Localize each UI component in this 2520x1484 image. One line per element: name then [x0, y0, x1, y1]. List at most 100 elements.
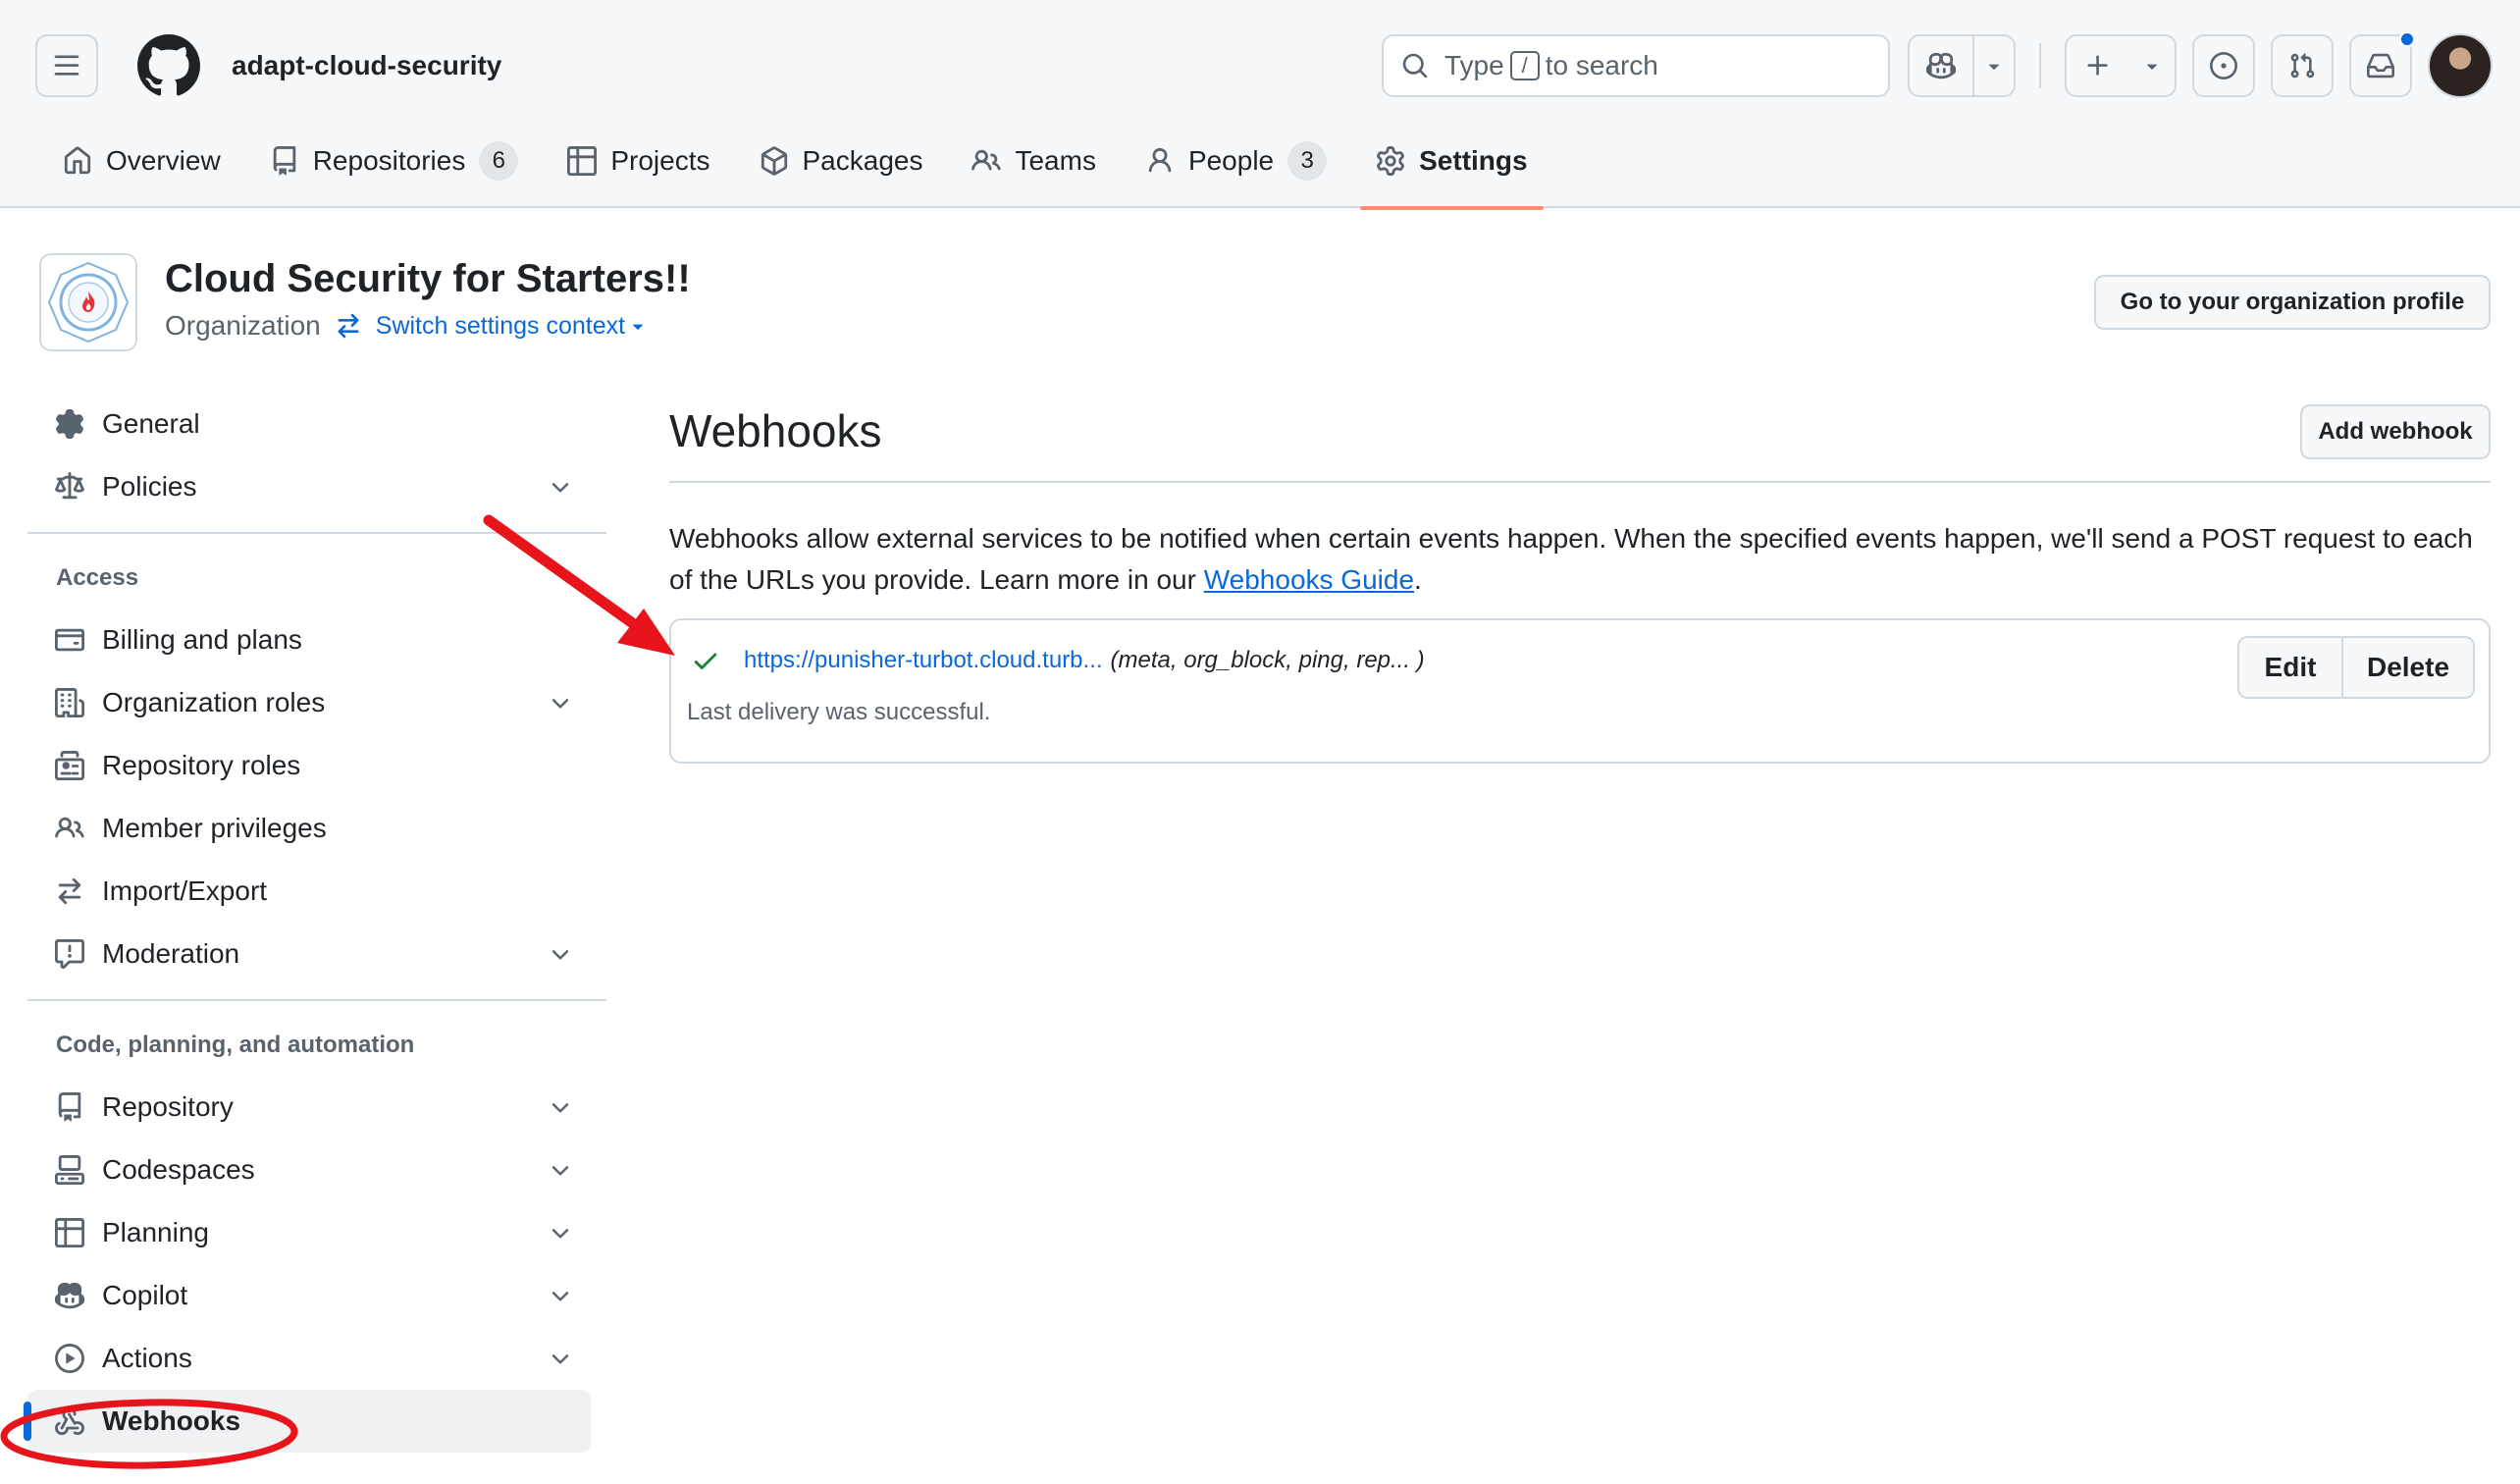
edit-webhook-button[interactable]: Edit [2239, 638, 2341, 697]
tab-people[interactable]: People 3 [1129, 132, 1342, 190]
play-icon [55, 1344, 84, 1373]
page-title: Webhooks [669, 405, 882, 456]
sidebar-item-actions[interactable]: Actions [27, 1327, 606, 1390]
copilot-icon [55, 1282, 84, 1309]
issues-icon [2210, 52, 2237, 80]
switch-settings-label: Switch settings context [375, 311, 626, 340]
gear-icon [1377, 146, 1405, 176]
inbox-icon [2367, 53, 2394, 79]
sidebar-item-planning[interactable]: Planning [27, 1201, 606, 1264]
top-actions: Type / to search [1382, 30, 2493, 98]
go-to-org-profile-button[interactable]: Go to your organization profile [2094, 275, 2491, 330]
search-input[interactable]: Type / to search [1382, 34, 1890, 97]
webhook-events: (meta, org_block, ping, rep... ) [1110, 647, 1425, 673]
person-icon [1148, 147, 1172, 173]
chevron-down-icon [551, 1354, 569, 1364]
add-webhook-button[interactable]: Add webhook [2300, 404, 2491, 459]
package-icon [761, 146, 787, 176]
pull-requests-button[interactable] [2271, 34, 2334, 97]
arrow-switch-icon [338, 313, 359, 339]
user-avatar[interactable] [2428, 33, 2493, 98]
tab-label: Settings [1419, 145, 1528, 176]
codespaces-icon [55, 1155, 84, 1185]
sidebar-item-webhooks[interactable]: Webhooks [24, 1390, 591, 1453]
webhooks-description: Webhooks allow external services to be n… [669, 518, 2494, 601]
chevron-down-icon [551, 1103, 569, 1113]
sidebar-item-label: Billing and plans [102, 624, 302, 655]
webhook-url-link[interactable]: https://punisher-turbot.cloud.turb... [744, 647, 1103, 674]
triangle-down-icon [1988, 64, 2000, 70]
tab-projects[interactable]: Projects [551, 132, 725, 190]
table-icon [567, 146, 598, 176]
tab-settings[interactable]: Settings [1360, 132, 1545, 210]
tab-label: Overview [106, 145, 221, 176]
sidebar-item-copilot[interactable]: Copilot [27, 1264, 606, 1327]
webhook-summary: https://punisher-turbot.cloud.turb... (m… [691, 646, 1425, 675]
tab-overview[interactable]: Overview [47, 132, 236, 190]
plus-icon [2087, 55, 2108, 76]
tab-label: People [1187, 145, 1275, 176]
sidebar-item-moderation[interactable]: Moderation [27, 923, 606, 985]
search-prefix: Type [1444, 50, 1504, 80]
organization-icon [55, 688, 84, 717]
sidebar-divider [27, 999, 606, 1001]
sidebar-item-codespaces[interactable]: Codespaces [27, 1139, 606, 1201]
sidebar-item-member-privileges[interactable]: Member privileges [27, 797, 606, 860]
sidebar-item-label: Policies [102, 471, 197, 502]
notification-indicator [2398, 30, 2416, 48]
delete-webhook-button[interactable]: Delete [2343, 638, 2473, 697]
check-icon [694, 653, 717, 669]
tab-repositories[interactable]: Repositories 6 [254, 132, 535, 190]
sidebar-item-label: Webhooks [102, 1405, 241, 1436]
people-count: 3 [1287, 141, 1328, 181]
tab-label: Packages [802, 145, 923, 176]
sidebar-item-label: Copilot [102, 1280, 188, 1310]
copilot-menu-button[interactable] [1974, 36, 2014, 95]
sidebar-item-label: Repository roles [102, 750, 301, 780]
triangle-down-icon [633, 324, 644, 330]
search-suffix: to search [1545, 50, 1658, 80]
repo-icon [273, 146, 295, 176]
org-title: Cloud Security for Starters!! [165, 257, 691, 300]
create-new-plus[interactable] [2067, 36, 2129, 95]
search-shortcut-key: / [1509, 51, 1540, 80]
webhook-icon [55, 1406, 84, 1436]
copilot-button[interactable] [1910, 36, 1972, 95]
sidebar-item-policies[interactable]: Policies [27, 455, 606, 518]
sidebar-item-import-export[interactable]: Import/Export [27, 860, 606, 923]
gear-icon [56, 409, 83, 439]
sidebar-heading-access: Access [56, 564, 139, 591]
sidebar-item-label: Repository [102, 1091, 234, 1122]
create-new-button[interactable] [2065, 34, 2177, 97]
webhooks-guide-link[interactable]: Webhooks Guide [1204, 564, 1414, 595]
tab-teams[interactable]: Teams [956, 132, 1111, 190]
org-tabs: Overview Repositories 6 Projects Package… [47, 132, 1561, 210]
menu-button[interactable] [35, 34, 98, 97]
sidebar-item-general[interactable]: General [27, 393, 606, 455]
sidebar-item-organization-roles[interactable]: Organization roles [27, 671, 606, 734]
sidebar-item-billing[interactable]: Billing and plans [27, 609, 606, 671]
chevron-down-icon [551, 1229, 569, 1239]
chevron-down-icon [551, 950, 569, 960]
sidebar-item-repository[interactable]: Repository [27, 1076, 606, 1139]
menu-icon [54, 55, 79, 76]
sidebar-item-label: Member privileges [102, 813, 327, 843]
inbox-button[interactable] [2349, 30, 2416, 97]
tab-packages[interactable]: Packages [744, 132, 939, 190]
issues-button[interactable] [2192, 34, 2255, 97]
law-icon [55, 472, 84, 500]
sidebar-item-label: Organization roles [102, 687, 326, 717]
arrow-switch-icon [58, 877, 81, 905]
github-logo[interactable] [137, 34, 200, 97]
org-logo[interactable] [39, 253, 137, 351]
org-slug[interactable]: adapt-cloud-security [232, 50, 501, 81]
create-new-menu[interactable] [2129, 36, 2175, 95]
top-bar: adapt-cloud-security Type / to search [35, 30, 2493, 98]
org-context: Organization Switch settings context [165, 310, 649, 342]
chevron-down-icon [551, 1292, 569, 1301]
search-icon [1402, 53, 1428, 79]
repositories-count: 6 [479, 141, 519, 181]
sidebar-item-repository-roles[interactable]: Repository roles [27, 734, 606, 797]
switch-settings-context[interactable]: Switch settings context [335, 312, 649, 341]
webhook-list-item: https://punisher-turbot.cloud.turb... (m… [669, 618, 2491, 764]
